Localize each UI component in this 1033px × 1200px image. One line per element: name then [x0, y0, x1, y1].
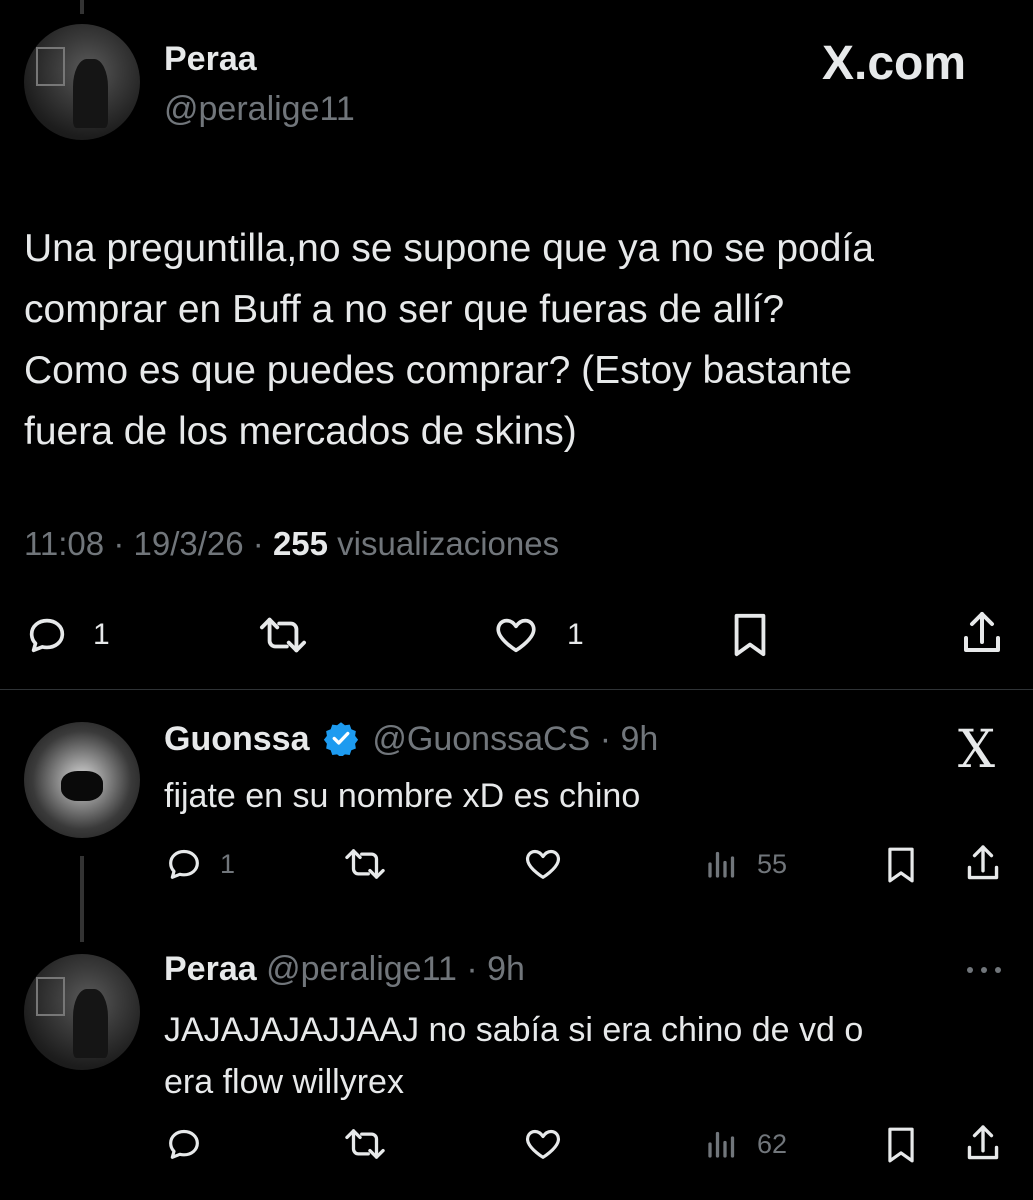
reply-icon: [169, 849, 199, 879]
reply-text-line: fijate en su nombre xD es chino: [164, 777, 641, 815]
divider: [0, 689, 1033, 690]
views-button[interactable]: [704, 846, 740, 882]
repost-button[interactable]: [342, 844, 388, 884]
reply-text-line: JAJAJAJAJJAAJ no sabía si era chino de v…: [164, 1011, 864, 1049]
author-handle[interactable]: @peralige11: [266, 950, 457, 988]
share-button[interactable]: [962, 1122, 1004, 1166]
bookmark-button[interactable]: [727, 610, 773, 660]
more-options-button[interactable]: [962, 958, 1006, 987]
view-count: 62: [757, 1129, 788, 1159]
reply-button[interactable]: [164, 844, 204, 884]
meta-separator: ·: [252, 525, 264, 562]
reply-text-line: era flow willyrex: [164, 1063, 404, 1101]
bookmark-button[interactable]: [882, 1124, 920, 1166]
post-text: Una preguntilla,no se supone que ya no s…: [24, 218, 874, 462]
like-button[interactable]: [522, 844, 564, 884]
reply-age: 9h: [487, 950, 525, 988]
more-icon: [967, 967, 1001, 973]
reply-age: 9h: [620, 720, 659, 758]
x-com-watermark: X.com: [822, 37, 967, 90]
like-button[interactable]: [492, 612, 540, 658]
post-text-line: comprar en Buff a no ser que fueras de a…: [24, 288, 785, 331]
repost-icon: [260, 617, 307, 653]
repost-icon: [345, 1129, 385, 1159]
analytics-icon: [708, 1131, 735, 1158]
share-icon: [967, 845, 999, 880]
post-text-line: Como es que puedes comprar? (Estoy basta…: [24, 349, 853, 392]
repost-icon: [345, 849, 385, 879]
heart-icon: [526, 1129, 560, 1159]
repost-button[interactable]: [256, 612, 310, 658]
post-text-line: fuera de los mercados de skins): [24, 410, 577, 453]
author-name[interactable]: Guonssa: [164, 720, 309, 758]
thread-line: [80, 856, 84, 942]
reply-count: 1: [93, 618, 110, 651]
like-count: 1: [567, 618, 584, 651]
reply-text: fijate en su nombre xD es chino: [164, 774, 640, 819]
reply-button[interactable]: [164, 1124, 204, 1164]
reply-icon: [169, 1129, 199, 1159]
reply-button[interactable]: [24, 612, 70, 658]
x-logo: X: [958, 720, 996, 780]
bookmark-icon: [888, 1127, 914, 1163]
post-time: 11:08: [24, 525, 105, 562]
reply-header: Guonssa @GuonssaCS · 9h: [164, 720, 658, 765]
share-button[interactable]: [957, 608, 1007, 660]
views-count: 255: [272, 525, 328, 562]
post-date: 19/3/26: [133, 525, 244, 562]
meta-separator: ·: [599, 720, 612, 758]
author-name[interactable]: Peraa: [164, 40, 257, 79]
like-button[interactable]: [522, 1124, 564, 1164]
avatar[interactable]: [24, 954, 140, 1070]
bookmark-button[interactable]: [882, 844, 920, 886]
meta-separator: ·: [113, 525, 125, 562]
views-button[interactable]: [704, 1126, 740, 1162]
thread-line-top: [80, 0, 84, 14]
post-text-line: Una preguntilla,no se supone que ya no s…: [24, 227, 874, 270]
repost-button[interactable]: [342, 1124, 388, 1164]
author-name[interactable]: Peraa: [164, 950, 257, 988]
reply-text: JAJAJAJAJJAAJ no sabía si era chino de v…: [164, 1004, 863, 1108]
bookmark-icon: [734, 613, 766, 657]
reply-count: 1: [220, 849, 236, 879]
heart-icon: [526, 849, 560, 879]
share-icon: [964, 612, 1000, 652]
verified-badge-icon: [323, 720, 359, 765]
author-handle[interactable]: @peralige11: [164, 90, 355, 129]
avatar[interactable]: [24, 722, 140, 838]
share-button[interactable]: [962, 842, 1004, 886]
reply-header: Peraa @peralige11 · 9h: [164, 950, 525, 989]
view-count: 55: [757, 849, 788, 879]
post-meta: 11:08 · 19/3/26 · 255 visualizaciones: [24, 525, 559, 563]
heart-icon: [496, 618, 536, 653]
bookmark-icon: [888, 847, 914, 883]
views-label: visualizaciones: [337, 525, 560, 562]
share-icon: [967, 1125, 999, 1160]
meta-separator: ·: [466, 950, 478, 988]
reply-icon: [29, 618, 65, 653]
analytics-icon: [708, 851, 735, 878]
author-handle[interactable]: @GuonssaCS: [372, 720, 590, 758]
avatar[interactable]: [24, 24, 140, 140]
